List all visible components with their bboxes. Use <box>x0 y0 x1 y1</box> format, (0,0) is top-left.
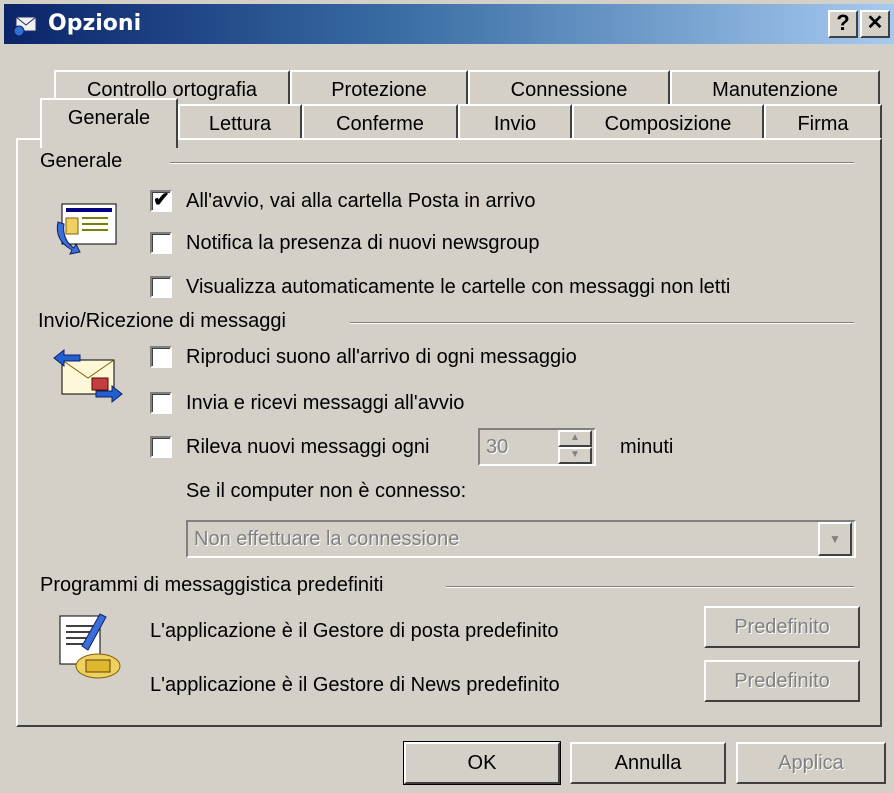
interval-unit-label: minuti <box>620 436 674 458</box>
checkbox-notify-newsgroups[interactable] <box>150 232 172 254</box>
window-title: Opzioni <box>48 11 142 36</box>
apply-button[interactable]: Applica <box>736 742 886 784</box>
interval-spinner[interactable]: 30 ▲ ▼ <box>478 428 596 466</box>
tab-generale[interactable]: Generale <box>40 98 178 148</box>
interval-value[interactable]: 30 <box>486 436 508 459</box>
ok-button[interactable]: OK <box>403 741 561 785</box>
checkbox-show-unread-folders[interactable] <box>150 276 172 298</box>
title-bar[interactable]: Opzioni ? ✕ <box>4 4 894 44</box>
options-dialog: Opzioni ? ✕ Controllo ortografia Protezi… <box>0 0 894 793</box>
option-send-receive-startup-label[interactable]: Invia e ricevi messaggi all'avvio <box>186 392 464 415</box>
offline-selected-value[interactable]: Non effettuare la connessione <box>194 528 459 551</box>
option-startup-inbox-label[interactable]: All'avvio, vai alla cartella Posta in ar… <box>186 190 536 213</box>
option-notify-newsgroups-label[interactable]: Notifica la presenza di nuovi newsgroup <box>186 232 540 255</box>
mail-folder-icon <box>56 203 117 255</box>
group-heading-generale: Generale <box>40 150 133 173</box>
arrow-down-icon: ▼ <box>570 449 580 460</box>
option-show-unread-folders-label[interactable]: Visualizza automaticamente le cartelle c… <box>186 276 730 299</box>
checkbox-play-sound[interactable] <box>150 346 172 368</box>
chevron-down-icon: ▼ <box>829 532 841 546</box>
checkbox-startup-inbox[interactable]: ✔ <box>150 189 172 212</box>
dropdown-button[interactable]: ▼ <box>818 522 852 556</box>
cancel-button[interactable]: Annulla <box>570 742 726 784</box>
checkbox-send-receive-startup[interactable] <box>150 392 172 414</box>
default-programs-icon <box>59 613 121 679</box>
set-default-mail-button[interactable]: Predefinito <box>704 606 860 648</box>
checkbox-check-new-messages[interactable] <box>150 436 172 458</box>
spinner-down-button[interactable]: ▼ <box>558 447 592 464</box>
outlook-express-icon <box>13 16 37 37</box>
help-button[interactable]: ? <box>828 10 858 38</box>
group-divider <box>170 162 854 164</box>
option-check-new-messages-label[interactable]: Rileva nuovi messaggi ogni <box>186 436 429 459</box>
group-divider <box>350 322 854 324</box>
offline-connection-dropdown[interactable]: Non effettuare la connessione ▼ <box>186 520 856 558</box>
set-default-news-button[interactable]: Predefinito <box>704 660 860 702</box>
option-play-sound-label[interactable]: Riproduci suono all'arrivo di ogni messa… <box>186 346 577 369</box>
close-button[interactable]: ✕ <box>860 10 890 38</box>
arrow-up-icon: ▲ <box>570 432 580 443</box>
default-news-text: L'applicazione è il Gestore di News pred… <box>150 674 560 696</box>
group-divider <box>446 586 854 588</box>
group-heading-default-programs: Programmi di messaggistica predefiniti <box>40 574 394 597</box>
default-mail-text: L'applicazione è il Gestore di posta pre… <box>150 620 559 642</box>
spinner-up-button[interactable]: ▲ <box>558 430 592 447</box>
group-heading-send-receive: Invio/Ricezione di messaggi <box>38 310 296 333</box>
send-receive-icon <box>53 348 123 404</box>
offline-label: Se il computer non è connesso: <box>186 480 467 502</box>
check-icon: ✔ <box>153 189 170 211</box>
